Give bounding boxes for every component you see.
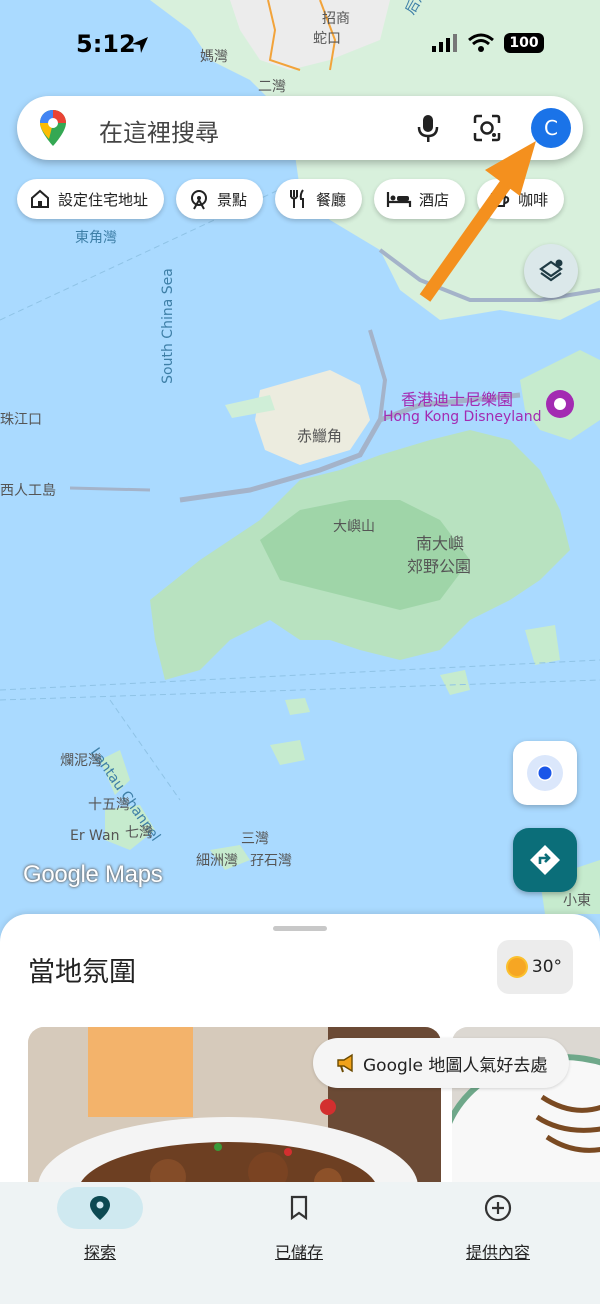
nav-saved-pill — [256, 1187, 342, 1229]
sun-icon — [507, 958, 526, 976]
chip-attractions[interactable]: 景點 — [176, 179, 264, 219]
nav-contribute[interactable]: 提供內容 — [398, 1182, 598, 1272]
nav-explore-pill — [57, 1187, 143, 1229]
map-label-xiaodong: 小東 — [563, 893, 591, 909]
my-location-icon — [527, 755, 563, 791]
map-label-disneyland-en[interactable]: Hong Kong Disneyland — [383, 409, 542, 425]
sheet-drag-handle[interactable] — [273, 926, 327, 931]
sheet-title: 當地氛圍 — [28, 957, 136, 988]
search-bar[interactable]: 在這裡搜尋 C — [17, 96, 583, 160]
nav-explore[interactable]: 探索 — [0, 1182, 200, 1272]
explore-pin-icon — [90, 1196, 110, 1220]
map-label-sanwan: 三灣 — [241, 831, 269, 847]
chip-label: 設定住宅地址 — [58, 190, 149, 209]
map-label-yashiwan: 孖石灣 — [250, 853, 292, 869]
google-maps-logo: Google Maps — [23, 861, 163, 888]
hotel-icon — [386, 192, 412, 207]
restaurant-icon — [290, 189, 305, 208]
map-label-chek-lap-kok: 赤鱲角 — [297, 427, 343, 445]
chip-hotels[interactable]: 酒店 — [374, 179, 466, 219]
coffee-icon — [490, 193, 510, 207]
nav-contribute-pill — [455, 1187, 541, 1229]
nav-contribute-label: 提供內容 — [465, 1243, 530, 1262]
nav-explore-label: 探索 — [83, 1243, 116, 1262]
signal-icon — [432, 34, 457, 52]
bookmark-icon — [290, 1195, 308, 1221]
wifi-icon — [468, 33, 494, 52]
attraction-icon — [191, 190, 208, 210]
search-input[interactable]: 在這裡搜尋 — [99, 113, 219, 148]
my-location-button[interactable] — [513, 741, 577, 805]
home-icon — [31, 189, 49, 208]
map-label-artificial-island: 西人工島 — [0, 483, 56, 499]
location-arrow-icon — [132, 37, 148, 53]
directions-button[interactable] — [513, 828, 577, 892]
chip-label: 景點 — [217, 190, 248, 209]
map-label-er-wan: Er Wan — [70, 828, 120, 844]
layers-icon — [539, 259, 563, 282]
nav-saved-label: 已儲存 — [274, 1243, 323, 1262]
battery-indicator: 100 — [504, 33, 544, 53]
chip-restaurants[interactable]: 餐廳 — [275, 179, 363, 219]
temperature: 30° — [531, 957, 563, 977]
megaphone-icon — [337, 1053, 353, 1073]
status-bar: 5:12 100 — [0, 0, 600, 90]
map-label-qiwan: 七灣 — [125, 825, 153, 841]
account-avatar[interactable]: C — [531, 108, 571, 148]
popular-places-label: Google 地圖人氣好去處 — [363, 1055, 548, 1076]
map-label-lanniwan: 爛泥灣 — [60, 753, 102, 769]
bottom-navigation: 探索 已儲存 提供內容 — [0, 1182, 600, 1304]
add-circle-icon — [484, 1194, 512, 1222]
category-chips: 設定住宅地址 景點 餐廳 酒店 咖啡 — [17, 179, 565, 219]
map-label-shiwuwan: 十五灣 — [88, 797, 130, 813]
map-label-lantau-peak: 大嶼山 — [333, 519, 375, 535]
map-label-south-lantau-2: 郊野公園 — [407, 557, 472, 576]
google-lens-icon[interactable] — [471, 112, 503, 144]
chip-set-home[interactable]: 設定住宅地址 — [17, 179, 165, 219]
chip-label: 咖啡 — [518, 190, 549, 209]
popular-places-chip[interactable]: Google 地圖人氣好去處 — [313, 1038, 570, 1088]
status-time: 5:12 — [76, 30, 136, 58]
google-maps-pin-icon — [40, 110, 66, 146]
weather-badge[interactable]: 30° — [497, 940, 573, 994]
map-label-zhujiangkou: 珠江口 — [0, 412, 42, 428]
map-label-south-china-sea: South China Sea — [159, 268, 176, 384]
map-label-disneyland-zh[interactable]: 香港迪士尼樂園 — [401, 386, 513, 410]
map-label-xizhouwan: 細洲灣 — [196, 853, 238, 869]
chip-label: 餐廳 — [316, 190, 347, 209]
map-label-south-lantau-1: 南大嶼 — [416, 534, 465, 553]
chip-label: 酒店 — [419, 190, 450, 209]
microphone-icon[interactable] — [412, 112, 444, 144]
directions-icon — [530, 845, 560, 875]
map-label-dongjiaowan: 東角灣 — [75, 230, 117, 246]
nav-saved[interactable]: 已儲存 — [199, 1182, 399, 1272]
layers-button[interactable] — [524, 244, 578, 298]
chip-coffee[interactable]: 咖啡 — [477, 179, 565, 219]
